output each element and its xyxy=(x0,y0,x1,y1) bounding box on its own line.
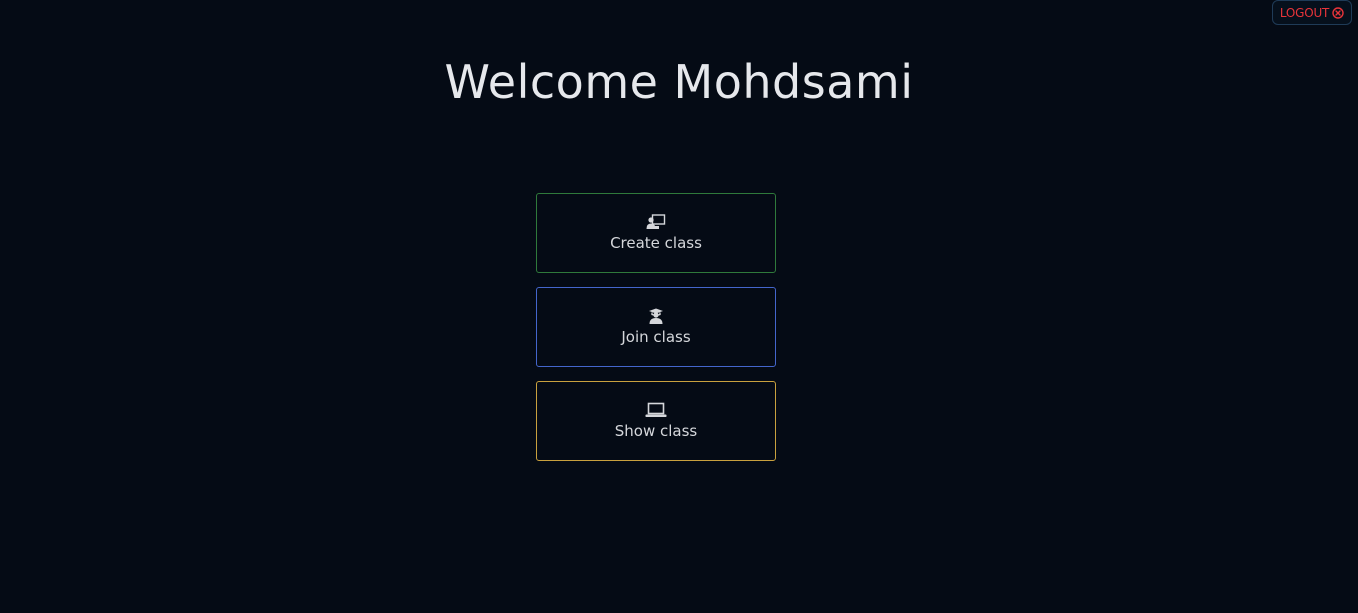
show-class-label: Show class xyxy=(614,422,698,440)
show-class-button[interactable]: Show class xyxy=(536,381,776,461)
create-class-label: Create class xyxy=(610,234,702,252)
logout-button[interactable]: LOGOUT xyxy=(1272,0,1352,25)
join-class-button[interactable]: Join class xyxy=(536,287,776,367)
teacher-board-icon xyxy=(646,214,666,230)
page-title: Welcome Mohdsami xyxy=(444,55,914,109)
join-class-label: Join class xyxy=(621,328,691,346)
create-class-button[interactable]: Create class xyxy=(536,193,776,273)
graduate-student-icon xyxy=(647,308,665,324)
laptop-icon xyxy=(645,402,667,418)
circle-x-icon xyxy=(1332,6,1344,19)
logout-label: LOGOUT xyxy=(1279,5,1330,20)
dashboard-page: LOGOUT Welcome Mohdsami Create class Joi… xyxy=(0,0,1358,613)
